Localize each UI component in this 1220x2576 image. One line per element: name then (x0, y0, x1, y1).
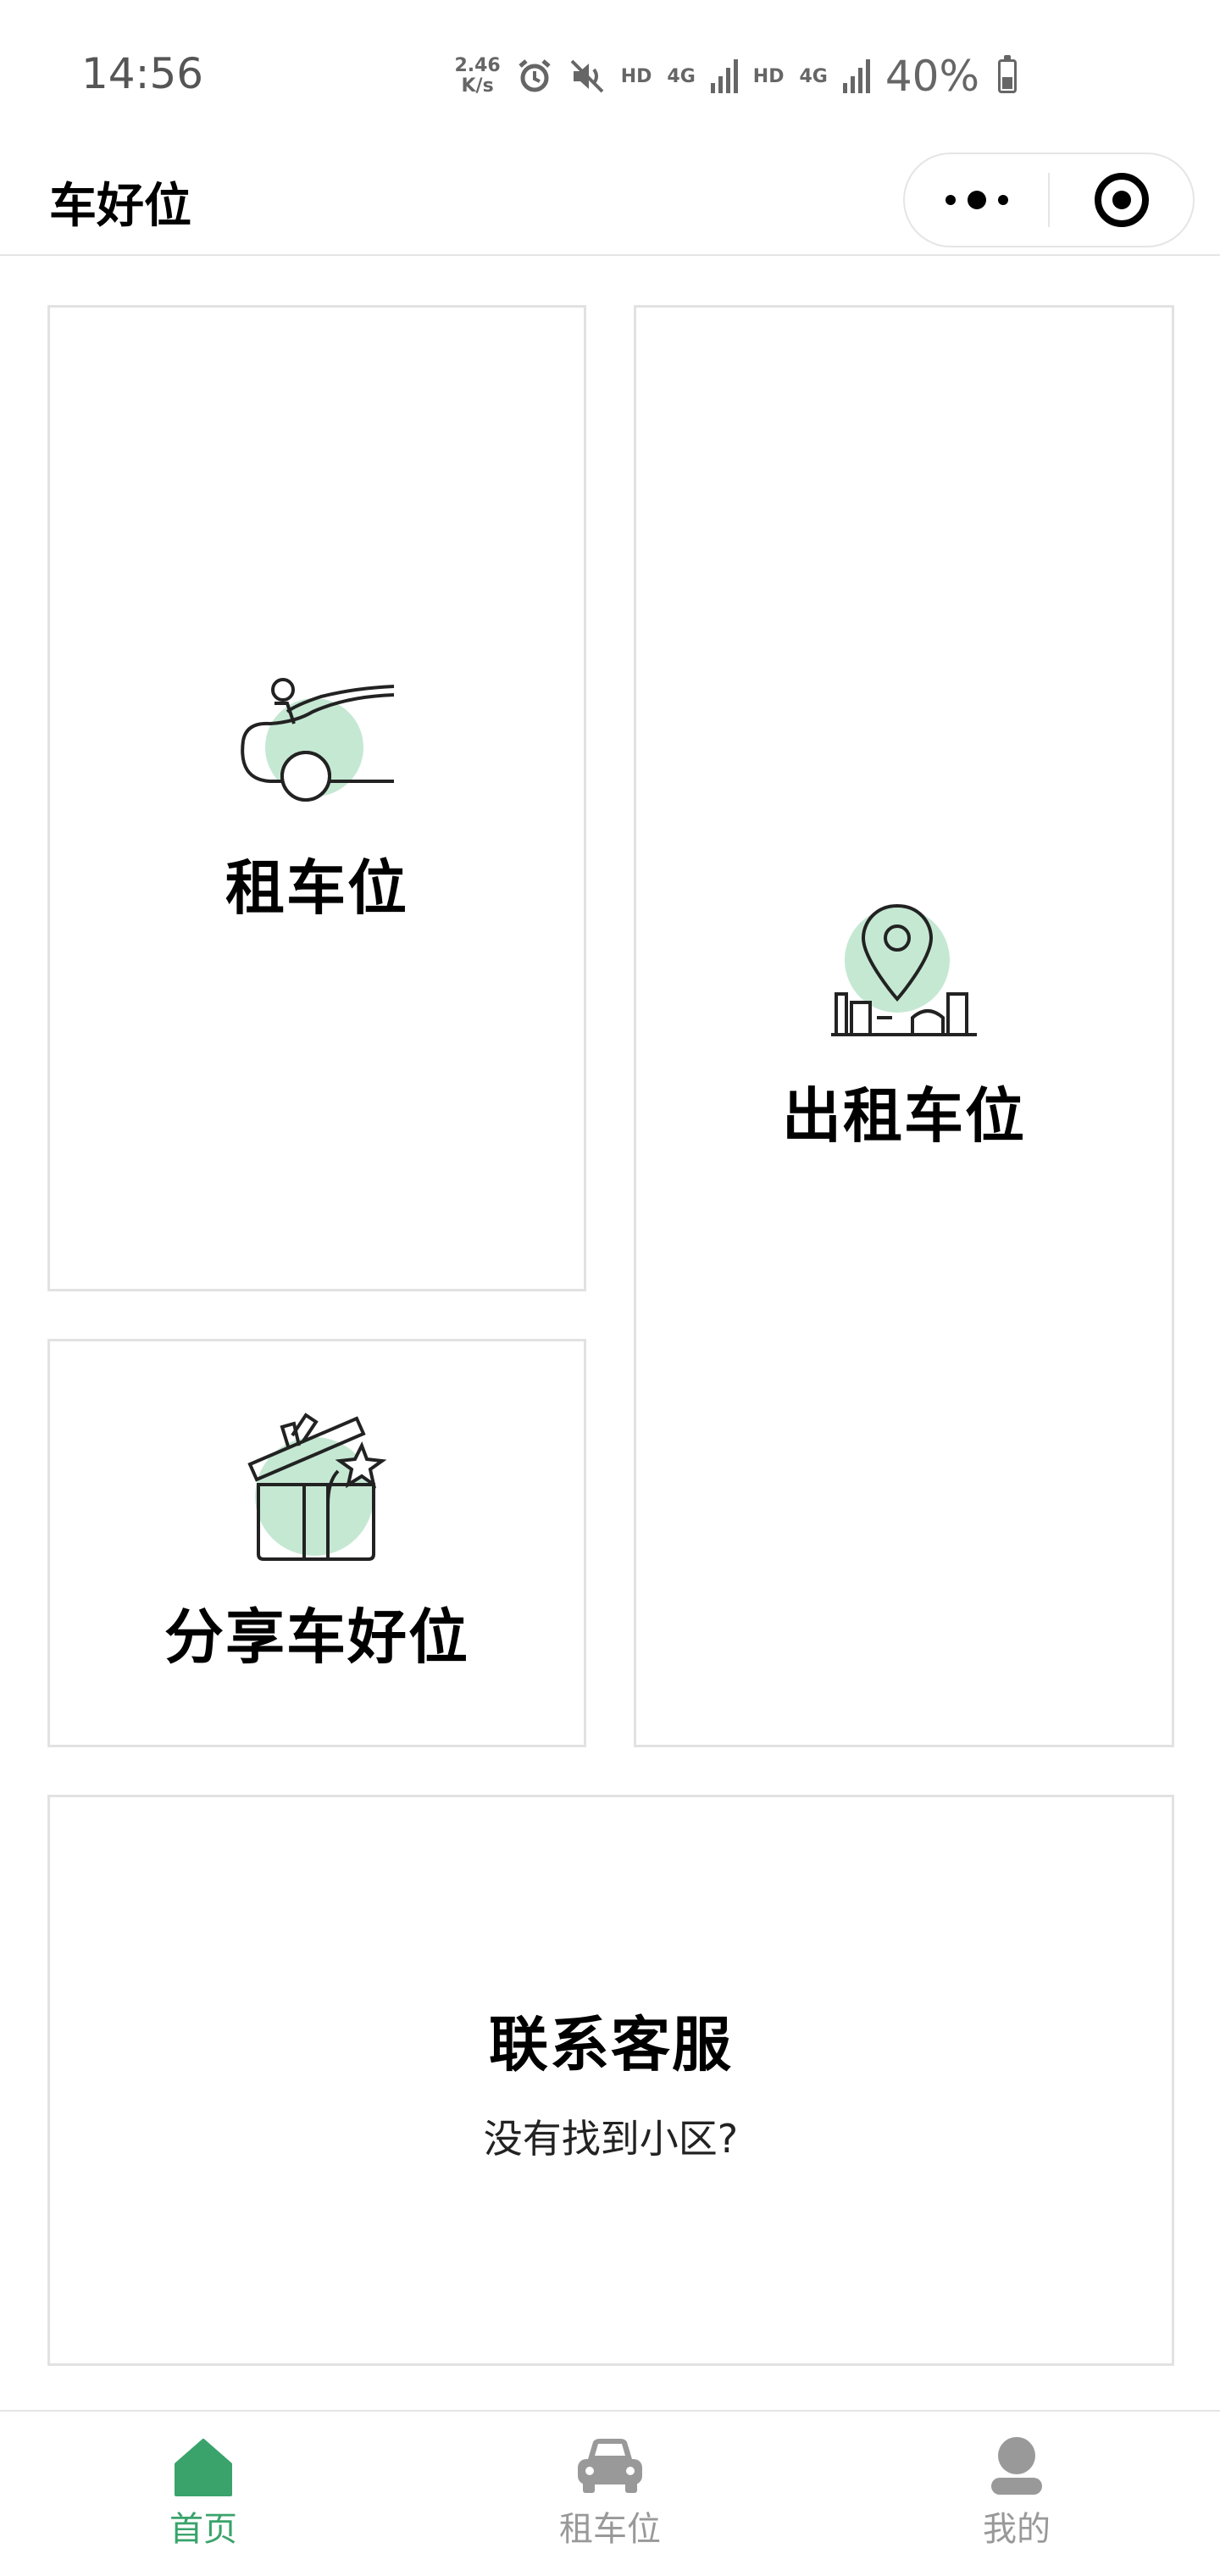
signal-bars-icon-1 (710, 59, 738, 93)
lease-parking-title: 出租车位 (782, 1080, 1026, 1151)
lease-parking-card[interactable]: 出租车位 (634, 305, 1174, 1747)
signal-label-1: 4G (667, 65, 696, 87)
battery-icon (998, 55, 1017, 93)
location-pin-illustration-icon (831, 903, 977, 1036)
tab-mine[interactable]: 我的 (813, 2412, 1220, 2576)
rent-parking-card[interactable]: 租车位 (47, 305, 586, 1291)
alarm-icon (518, 59, 551, 92)
contact-service-title: 联系客服 (489, 2009, 733, 2079)
status-bar: 14:56 2.46 K/s HD 4G HD 4G 40% (0, 0, 1220, 153)
close-target-icon (1094, 173, 1149, 227)
signal-bars-icon-2 (842, 59, 870, 93)
status-icons: 2.46 K/s HD 4G HD 4G 40% (454, 51, 1017, 102)
battery-fill (1002, 77, 1012, 89)
nav-bar: 车好位 (0, 153, 1220, 256)
network-speed-unit: K/s (461, 75, 494, 97)
share-title: 分享车好位 (164, 1602, 469, 1672)
hd-label-2: HD (752, 65, 785, 87)
more-dots-icon (945, 191, 1008, 209)
rent-parking-illustration-icon (241, 677, 395, 802)
screen: 14:56 2.46 K/s HD 4G HD 4G 40% 车好位 租车位 出… (0, 0, 1220, 2576)
more-button[interactable] (905, 154, 1048, 246)
signal-label-2: 4G (799, 65, 828, 87)
page-title: 车好位 (49, 179, 191, 234)
network-speed-value: 2.46 (454, 55, 501, 76)
tab-rent-label: 租车位 (559, 2510, 661, 2549)
mute-icon (570, 59, 604, 93)
battery-percent: 40% (884, 52, 979, 101)
tab-bar: 首页 租车位 我的 (0, 2410, 1220, 2576)
close-button[interactable] (1050, 154, 1193, 246)
hd-label-1: HD (620, 65, 652, 87)
status-time: 14:56 (81, 49, 204, 98)
user-icon (991, 2437, 1042, 2495)
tab-mine-label: 我的 (983, 2510, 1051, 2549)
contact-service-card[interactable]: 联系客服 没有找到小区? (47, 1795, 1174, 2366)
rent-parking-title: 租车位 (225, 852, 408, 923)
gift-box-illustration-icon (247, 1412, 387, 1561)
tab-rent[interactable]: 租车位 (407, 2412, 813, 2576)
network-speed: 2.46 K/s (454, 56, 500, 97)
car-icon (578, 2439, 642, 2493)
tab-home-label: 首页 (169, 2510, 237, 2549)
contact-service-subtitle: 没有找到小区? (483, 2115, 739, 2162)
home-icon (175, 2439, 232, 2496)
mini-program-capsule (903, 153, 1195, 247)
share-card[interactable]: 分享车好位 (47, 1339, 586, 1747)
tab-home[interactable]: 首页 (0, 2412, 407, 2576)
